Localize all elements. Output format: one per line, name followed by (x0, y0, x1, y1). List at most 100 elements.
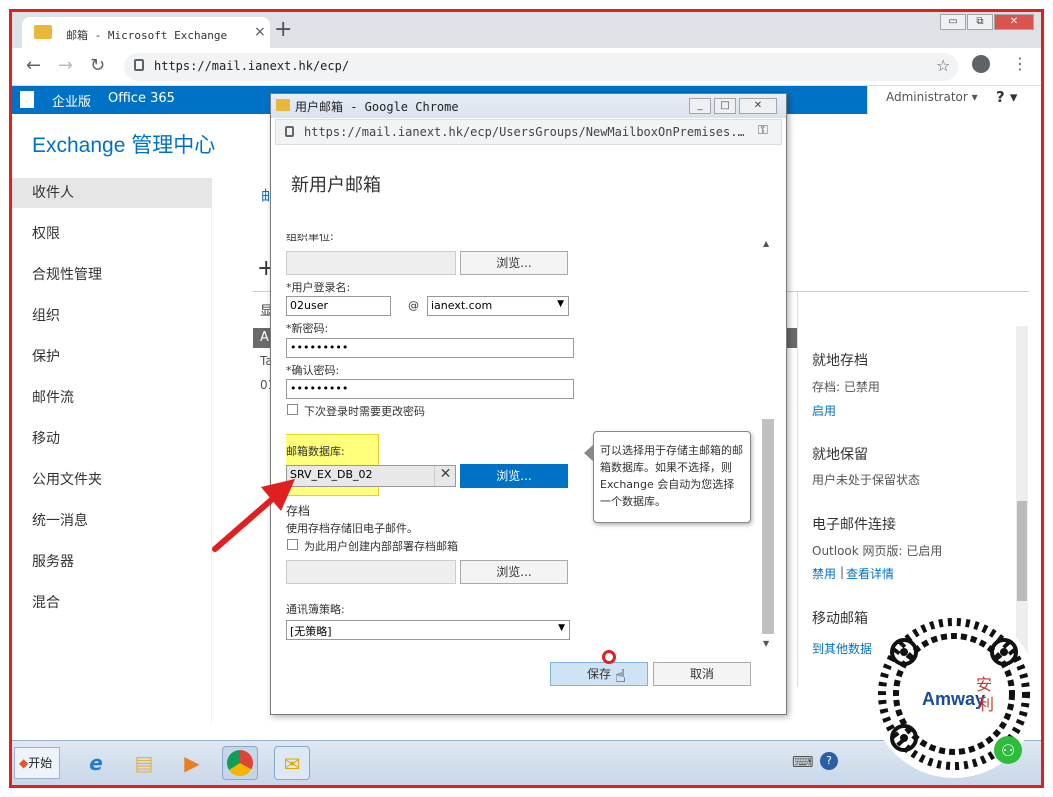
ecp-user-area: Administrator ▾ ? ▾ (867, 86, 1041, 114)
lock-icon (134, 59, 144, 71)
password-label: *新密码: (286, 322, 329, 335)
close-window-button[interactable]: ✕ (994, 14, 1034, 30)
reload-icon[interactable]: ↻ (90, 55, 105, 76)
qr-pattern: ⚇ Amway 安 利 (878, 618, 1030, 770)
link-separator: | (840, 565, 845, 579)
address-book-policy-label: 通讯簿策略: (286, 603, 345, 616)
address-book-policy-select[interactable]: [无策略] ▼ (286, 620, 570, 640)
new-tab-button[interactable]: + (274, 17, 292, 42)
star-icon[interactable]: ☆ (936, 56, 950, 75)
archive-enable-link[interactable]: 启用 (812, 402, 836, 419)
product-label[interactable]: Office 365 (108, 91, 175, 106)
omnibox[interactable]: https://mail.ianext.hk/ecp/ ☆ (124, 53, 958, 81)
mailbox-db-browse-button[interactable]: 浏览... (460, 464, 568, 488)
scroll-up-icon[interactable]: ▲ (763, 239, 769, 248)
nav-item-servers[interactable]: 服务器 (12, 547, 212, 577)
keyboard-icon[interactable]: ⌨ (792, 753, 814, 771)
chrome-icon[interactable] (222, 746, 258, 780)
owa-status: Outlook 网页版: 已启用 (812, 544, 943, 558)
dialog-window-title: 用户邮箱 - Google Chrome (295, 100, 459, 114)
admin-menu[interactable]: Administrator ▾ (886, 90, 978, 104)
view-details-link[interactable]: 查看详情 (846, 565, 894, 582)
domain-select[interactable]: ianext.com ▼ (427, 296, 569, 316)
start-label: 开始 (28, 756, 53, 770)
tab-close-icon[interactable]: × (254, 24, 266, 40)
dialog-url-text: https://mail.ianext.hk/ecp/UsersGroups/N… (304, 125, 744, 139)
at-sign: @ (408, 299, 419, 312)
dialog-lock-icon (285, 126, 294, 137)
change-pwd-label: 下次登录时需要更改密码 (304, 405, 425, 418)
dialog-heading: 新用户邮箱 (291, 175, 381, 196)
help-menu[interactable]: ? ▾ (996, 88, 1017, 106)
change-pwd-checkbox[interactable] (287, 404, 298, 415)
mobile-title: 移动邮箱 (812, 611, 868, 627)
nav-item-unified-messaging[interactable]: 统一消息 (12, 506, 212, 536)
dialog-scroll-thumb[interactable] (762, 419, 774, 634)
nav-item-protection[interactable]: 保护 (12, 342, 212, 372)
cancel-button[interactable]: 取消 (653, 662, 751, 686)
dialog-scrollbar[interactable]: ▲ ▼ (760, 239, 776, 649)
dialog-maximize-button[interactable]: □ (714, 98, 736, 114)
chrome-toolbar: ← → ↻ https://mail.ianext.hk/ecp/ ☆ ⋮ (12, 48, 1041, 86)
db-tooltip: 可以选择用于存储主邮箱的邮箱数据库。如果不选择，则 Exchange 会自动为您… (593, 431, 751, 523)
page-title: Exchange 管理中心 (32, 134, 216, 157)
browser-tab[interactable]: 邮箱 - Microsoft Exchange × (22, 17, 270, 48)
mailbox-db-field[interactable]: SRV_EX_DB_02 (286, 465, 456, 487)
archive-status: 存档: 已禁用 (812, 380, 880, 394)
password-input[interactable]: ••••••••• (286, 338, 574, 358)
new-mailbox-dialog: 用户邮箱 - Google Chrome _ □ ✕ https://mail.… (270, 93, 787, 715)
nav-item-hybrid[interactable]: 混合 (12, 588, 212, 618)
qr-code-overlay: ⚇ Amway 安 利 (870, 610, 1038, 778)
scroll-down-icon[interactable]: ▼ (763, 639, 769, 648)
org-unit-field[interactable] (286, 251, 456, 275)
minimize-button[interactable]: ▭ (940, 14, 966, 30)
forward-icon[interactable]: → (58, 55, 73, 76)
outlook-icon[interactable]: ✉ (274, 746, 310, 780)
nav-item-public-folders[interactable]: 公用文件夹 (12, 465, 212, 495)
archive-title: 就地存档 (812, 353, 868, 369)
ie-icon[interactable]: e (78, 746, 114, 780)
nav-item-compliance[interactable]: 合规性管理 (12, 260, 212, 290)
mail-favicon-icon (34, 25, 52, 39)
confirm-password-label: *确认密码: (286, 364, 340, 377)
clear-db-icon[interactable]: ✕ (434, 466, 456, 486)
key-icon[interactable]: ⚿ (758, 123, 768, 138)
abp-chevron-down-icon: ▼ (558, 623, 565, 633)
archive-browse-button[interactable]: 浏览... (460, 560, 568, 584)
svg-text:安: 安 (976, 675, 992, 694)
chrome-tab-bar: 邮箱 - Microsoft Exchange × + ▭ ⧉ ✕ (12, 12, 1041, 48)
windows-logo-icon: ◆ (19, 756, 29, 770)
start-button[interactable]: ◆开始 (14, 747, 60, 779)
nav-item-recipients[interactable]: 收件人 (12, 178, 212, 208)
nav-item-mailflow[interactable]: 邮件流 (12, 383, 212, 413)
dialog-minimize-button[interactable]: _ (689, 98, 711, 114)
explorer-icon[interactable]: ▤ (126, 746, 162, 780)
restore-button[interactable]: ⧉ (967, 14, 993, 30)
other-link[interactable]: 到其他数据 (812, 640, 872, 657)
red-arrow-icon (212, 479, 295, 552)
chrome-logo-icon (227, 750, 253, 776)
menu-icon[interactable]: ⋮ (1012, 54, 1028, 73)
help-tray-icon[interactable]: ? (820, 752, 838, 770)
dialog-close-button[interactable]: ✕ (739, 98, 777, 114)
svg-text:⚇: ⚇ (1001, 741, 1015, 760)
confirm-password-input[interactable]: ••••••••• (286, 379, 574, 399)
url-text: https://mail.ianext.hk/ecp/ (154, 59, 350, 73)
org-unit-browse-button[interactable]: 浏览... (460, 251, 568, 275)
save-button[interactable]: 保存 (550, 662, 648, 686)
dialog-favicon-icon (276, 99, 290, 111)
back-icon[interactable]: ← (26, 55, 41, 76)
nav-item-permissions[interactable]: 权限 (12, 219, 212, 249)
click-indicator-icon (602, 650, 616, 664)
archive-db-field[interactable] (286, 560, 456, 584)
account-icon[interactable] (972, 55, 990, 73)
screenshot-frame: 邮箱 - Microsoft Exchange × + ▭ ⧉ ✕ ← → ↻ … (9, 9, 1044, 788)
logon-name-input[interactable]: 02user (286, 296, 391, 316)
nav-item-organization[interactable]: 组织 (12, 301, 212, 331)
abp-value: [无策略] (290, 625, 332, 638)
media-player-icon[interactable]: ▶ (174, 746, 210, 780)
disable-link[interactable]: 禁用 (812, 565, 836, 582)
nav-item-mobile[interactable]: 移动 (12, 424, 212, 454)
office-logo-icon (20, 91, 34, 108)
dialog-url-bar: https://mail.ianext.hk/ecp/UsersGroups/N… (275, 119, 782, 145)
